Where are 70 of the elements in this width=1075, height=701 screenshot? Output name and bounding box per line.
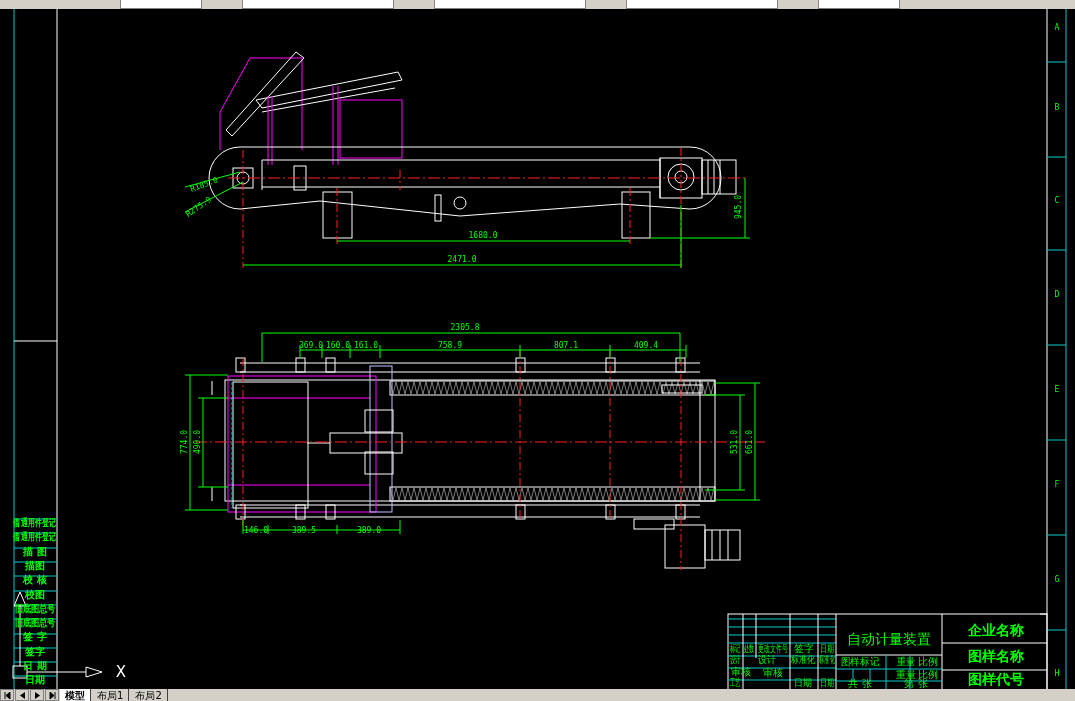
signature-label: 描 图 [23, 545, 47, 557]
signature-label: 日期 [25, 674, 45, 686]
title-block-label: 日期 [793, 676, 813, 689]
layout-tab[interactable]: 模型 [60, 689, 91, 701]
arrow-icon [48, 691, 56, 699]
tab-scroll-button[interactable] [30, 689, 44, 701]
signature-label: 借通用件登记 [13, 530, 57, 543]
dimension-label: 1680.0 [468, 231, 498, 240]
dimension-label: 661.0 [745, 429, 754, 455]
zone-letter: H [1054, 669, 1060, 678]
dimension-label: 369.0 [298, 341, 324, 350]
title-block-label: 设计 [757, 653, 777, 666]
dimension-label: 490.0 [193, 429, 202, 455]
title-block-label: 企业名称 [968, 622, 1024, 638]
title-block-label: 设计 [729, 654, 741, 666]
dimension-label: 409.4 [633, 341, 659, 350]
signature-label: 借通用件登记 [13, 516, 57, 529]
signature-label: 日 期 [23, 660, 47, 671]
title-block-label: 签字 [794, 643, 814, 654]
tab-scroll-button[interactable] [45, 689, 59, 701]
title-block-label: 重量 [896, 655, 916, 668]
signature-label: 校图 [25, 588, 45, 600]
title-block-label: 工艺 [729, 677, 741, 689]
title-block-label: 图样名称 [968, 648, 1024, 664]
signature-label: 校 核 [23, 574, 47, 586]
title-block-label: 标准化 [819, 654, 835, 666]
title-block-label: 共 张 [848, 678, 872, 689]
drawing-title: 自动计量装置 [847, 631, 931, 647]
tab-scroll-button[interactable] [0, 689, 14, 701]
dimension-label: 389.0 [356, 526, 382, 535]
dimension-label: 2305.8 [450, 323, 480, 332]
title-block-label: 图样代号 [968, 671, 1024, 687]
title-block-label: 日期 [819, 642, 835, 655]
zone-letter: G [1054, 575, 1060, 584]
dimension-label: 807.1 [553, 341, 579, 350]
dimension-label: 2471.0 [447, 255, 477, 264]
zone-letter: E [1054, 385, 1060, 394]
signature-label: 旧底图总号 [14, 603, 56, 614]
title-block-label: 日期 [819, 676, 835, 689]
dimension-label: 389.5 [291, 526, 317, 535]
zone-letter: D [1054, 290, 1060, 299]
title-block-label: 比例 [918, 669, 938, 680]
signature-label: 旧底图总号 [14, 617, 56, 629]
dimension-label: 160.0 [325, 341, 351, 350]
signature-label: 描图 [25, 559, 45, 571]
dimension-label: 945.0 [734, 194, 743, 220]
title-block-label: 重量 [896, 669, 916, 680]
zone-letter: B [1054, 103, 1060, 112]
zone-letter: F [1054, 480, 1060, 489]
arrow-icon [3, 691, 11, 699]
title-block-label: 标准化 [791, 654, 815, 666]
title-block-label: 处数 [743, 643, 755, 655]
dimension-label: 161.0 [353, 341, 379, 350]
signature-label: 签 字 [23, 631, 47, 643]
title-block-label: 比例 [918, 656, 938, 667]
dimension-label: 758.9 [437, 341, 463, 350]
dimension-label: 531.0 [730, 429, 739, 455]
title-block-label: 标记 [729, 643, 741, 655]
zone-letter: C [1054, 196, 1060, 205]
signature-label: 签字 [25, 645, 45, 657]
dimension-label: 146.0 [243, 526, 269, 535]
zone-letter: A [1054, 23, 1060, 32]
dimension-label: 774.0 [180, 429, 189, 455]
title-block-label: 第 张 [904, 678, 928, 689]
title-block-label: 审核 [731, 666, 751, 677]
title-block-label: 更改文件号 [758, 642, 788, 655]
title-block-label: 审核 [763, 667, 783, 678]
title-block-label: 图样标记 [840, 655, 880, 668]
axis-label: X [115, 663, 127, 681]
tab-scroll-button[interactable] [15, 689, 29, 701]
